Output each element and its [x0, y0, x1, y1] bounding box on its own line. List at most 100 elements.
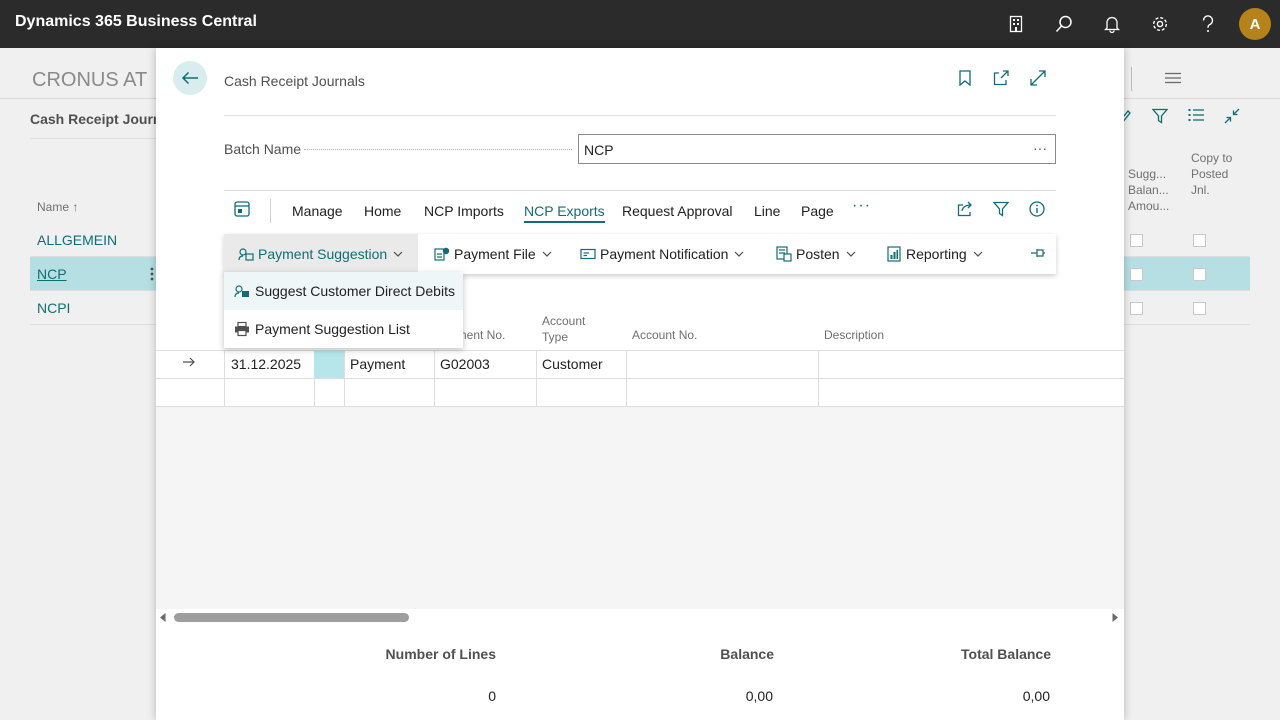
menu-item-label: Suggest Customer Direct Debits: [255, 283, 455, 299]
tab-manage[interactable]: Manage: [292, 203, 343, 219]
batch-name-label: Batch Name: [224, 141, 302, 157]
document-no-cell[interactable]: G02003: [434, 350, 537, 378]
list-item-label[interactable]: NCPI: [37, 300, 70, 316]
tab-home[interactable]: Home: [364, 203, 401, 219]
reporting-menu[interactable]: Reporting: [872, 234, 983, 274]
account-no-column-header[interactable]: Account No.: [632, 327, 697, 343]
arrow-left-icon: [181, 71, 198, 85]
top-bar: Dynamics 365 Business Central A: [0, 0, 1280, 48]
account-type-cell[interactable]: Customer: [536, 350, 627, 378]
copy-to-posted-column-header[interactable]: Copy to Posted Jnl.: [1191, 150, 1241, 198]
scroll-left-icon[interactable]: [160, 613, 166, 622]
payment-suggestion-list-item[interactable]: Payment Suggestion List: [224, 310, 463, 348]
checkbox[interactable]: [1193, 302, 1206, 315]
list-view-icon[interactable]: [1188, 108, 1204, 122]
title-underline: [30, 138, 156, 139]
empty-cell[interactable]: [314, 378, 345, 406]
empty-cell[interactable]: [626, 378, 819, 406]
open-new-window-icon[interactable]: [993, 70, 1009, 86]
pin-icon[interactable]: [1030, 246, 1046, 260]
printer-icon: [235, 321, 249, 337]
row-menu-icon[interactable]: [150, 267, 154, 281]
payment-notification-icon: [580, 248, 596, 260]
empty-cell[interactable]: [224, 378, 315, 406]
field-leader-dots: [304, 149, 572, 150]
bell-icon[interactable]: [1100, 12, 1124, 36]
header-line: Account: [542, 314, 586, 328]
filter-icon[interactable]: [993, 201, 1009, 217]
dialog-title: Cash Receipt Journals: [224, 73, 365, 89]
list-item-label[interactable]: ALLGEMEIN: [37, 232, 117, 248]
document-type-cell[interactable]: Payment: [344, 350, 435, 378]
document-type-cell-focused[interactable]: [314, 350, 345, 378]
suggested-balance-column-header[interactable]: Sugg... Balan... Amou...: [1128, 166, 1172, 214]
description-cell[interactable]: [818, 350, 1124, 378]
total-balance-label: Total Balance: [961, 646, 1051, 662]
list-item[interactable]: ALLGEMEIN: [30, 223, 156, 257]
account-no-cell[interactable]: [626, 350, 819, 378]
payment-file-label: Payment File: [454, 246, 536, 262]
list-item-selected[interactable]: NCP: [30, 257, 156, 291]
header-divider: [1131, 67, 1132, 91]
lookup-button[interactable]: ···: [1033, 140, 1047, 156]
right-row-selected: [1124, 257, 1250, 291]
tab-page[interactable]: Page: [801, 203, 834, 219]
number-of-lines-value: 0: [488, 688, 496, 704]
empty-cell[interactable]: [434, 378, 537, 406]
posting-date-cell[interactable]: 31.12.2025: [224, 350, 315, 378]
user-avatar[interactable]: A: [1239, 8, 1271, 40]
current-row-arrow-icon: [182, 357, 196, 367]
checkbox[interactable]: [1193, 234, 1206, 247]
chevron-down-icon: [393, 251, 403, 257]
checkbox[interactable]: [1193, 268, 1206, 281]
payment-suggestion-menu[interactable]: Payment Suggestion: [224, 234, 418, 274]
checkbox[interactable]: [1130, 234, 1143, 247]
info-icon[interactable]: [1029, 201, 1045, 217]
list-item-label[interactable]: NCP: [37, 266, 67, 282]
share-icon[interactable]: [957, 201, 973, 217]
checkbox[interactable]: [1130, 268, 1143, 281]
description-column-header[interactable]: Description: [824, 327, 884, 343]
tab-line[interactable]: Line: [754, 203, 780, 219]
bookmark-icon[interactable]: [959, 70, 971, 86]
header-divider: [224, 115, 1056, 116]
more-actions-button[interactable]: ···: [852, 197, 871, 215]
help-icon[interactable]: [1196, 12, 1220, 36]
name-column-header[interactable]: Name ↑: [37, 200, 78, 214]
right-row: [1124, 291, 1250, 325]
checkbox[interactable]: [1130, 302, 1143, 315]
reporting-label: Reporting: [906, 246, 967, 262]
gear-icon[interactable]: [1148, 12, 1172, 36]
page-layout-icon[interactable]: [234, 201, 250, 217]
collapse-icon[interactable]: [1224, 108, 1240, 124]
payment-notification-menu[interactable]: Payment Notification: [566, 234, 744, 274]
tab-ncp-imports[interactable]: NCP Imports: [424, 203, 504, 219]
app-title[interactable]: Dynamics 365 Business Central: [15, 13, 257, 31]
empty-cell[interactable]: [344, 378, 435, 406]
tab-ncp-exports[interactable]: NCP Exports: [524, 203, 605, 223]
payment-file-menu[interactable]: Payment File: [420, 234, 552, 274]
filter-icon[interactable]: [1152, 108, 1168, 124]
empty-cell[interactable]: [536, 378, 627, 406]
chevron-down-icon: [846, 251, 856, 257]
chevron-down-icon: [542, 251, 552, 257]
building-icon[interactable]: [1004, 12, 1028, 36]
search-icon[interactable]: [1052, 12, 1076, 36]
batch-name-input[interactable]: NCP ···: [578, 134, 1056, 164]
hamburger-icon[interactable]: [1165, 72, 1181, 84]
tab-request-approval[interactable]: Request Approval: [622, 203, 733, 219]
balance-label: Balance: [720, 646, 774, 662]
right-row: [1124, 223, 1250, 257]
payment-file-icon: [434, 247, 450, 261]
cash-receipt-journal-dialog: Cash Receipt Journals Batch Name NCP ···…: [156, 48, 1124, 720]
posten-menu[interactable]: Posten: [762, 234, 856, 274]
action-bar: Manage Home NCP Imports NCP Exports Requ…: [224, 190, 1056, 230]
scroll-right-icon[interactable]: [1112, 613, 1118, 622]
total-balance-value: 0,00: [1022, 688, 1050, 704]
scrollbar-thumb[interactable]: [174, 613, 409, 622]
list-item[interactable]: NCPI: [30, 291, 156, 325]
account-type-column-header[interactable]: Account Type: [542, 313, 585, 345]
back-button[interactable]: [173, 61, 207, 95]
expand-icon[interactable]: [1030, 70, 1046, 86]
suggest-customer-direct-debits-item[interactable]: Suggest Customer Direct Debits: [224, 272, 463, 310]
